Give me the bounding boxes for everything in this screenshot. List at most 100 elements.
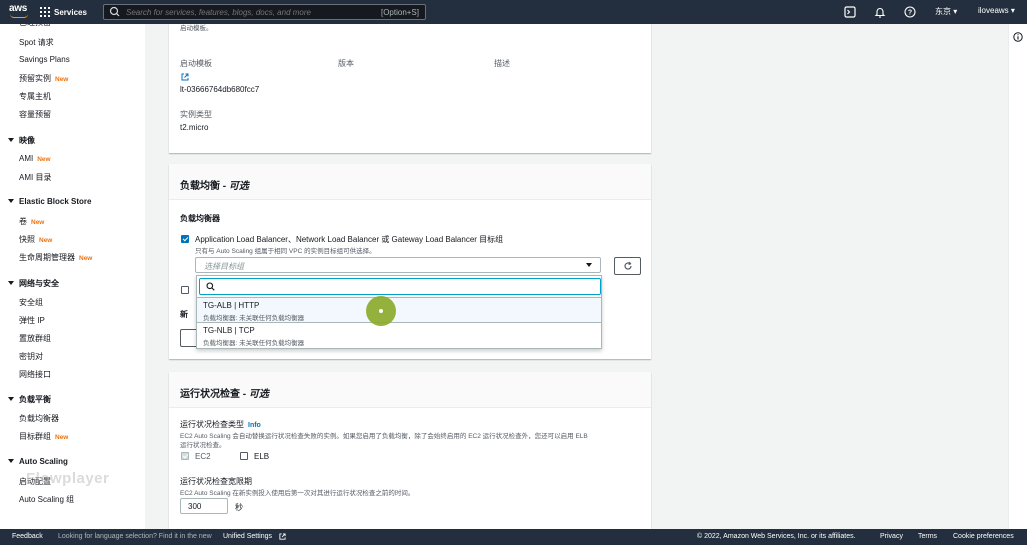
caret-down-icon: [586, 263, 592, 267]
sidebar-section-images[interactable]: 映像: [8, 135, 35, 146]
search-shortcut: [Option+S]: [380, 7, 419, 17]
alb-nlb-checkbox[interactable]: [181, 235, 189, 243]
sidebar-item-label: Auto Scaling 组: [19, 495, 75, 504]
target-group-select[interactable]: 选择目标组: [195, 257, 601, 273]
dropdown-search-input[interactable]: [199, 278, 601, 295]
sidebar-item-security-groups[interactable]: 安全组: [19, 297, 43, 308]
unified-settings-link[interactable]: Unified Settings: [223, 533, 272, 540]
section-title: 映像: [19, 136, 35, 145]
privacy-link[interactable]: Privacy: [880, 533, 903, 540]
health-check-panel: 运行状况检查 - 可选 运行状况检查类型 Info EC2 Auto Scalin…: [169, 372, 651, 529]
sidebar-item-ami-catalog[interactable]: AMI 目录: [19, 172, 51, 183]
sidebar-item-label: 网络接口: [19, 370, 51, 379]
grace-period-desc: EC2 Auto Scaling 在新实例投入使用后第一次对其进行运行状况检查之…: [180, 490, 415, 497]
sidebar-item-lifecycle-manager[interactable]: 生命周期管理器 New: [19, 252, 92, 263]
launch-template-panel: 启动模板。 启动模板 版本 描述 lt-03666764db680fcc7 实例…: [169, 24, 651, 153]
dropdown-option-tg-nlb[interactable]: TG-NLB | TCP 负载均衡器: 未关联任何负载均衡器: [197, 323, 601, 349]
external-link-icon[interactable]: [181, 73, 189, 81]
new-badge: New: [79, 255, 93, 262]
second-checkbox[interactable]: [181, 286, 189, 294]
panel-top-text: 启动模板。: [180, 25, 213, 32]
sidebar-item-ami[interactable]: AMI New: [19, 154, 51, 163]
caret-down-icon: [8, 199, 14, 203]
col-launch-template: 启动模板: [180, 59, 212, 68]
caret-down-icon: [8, 281, 14, 285]
sidebar-item-dedicated-hosts[interactable]: 专属主机: [19, 91, 51, 102]
sidebar-item-savings-plans[interactable]: Savings Plans: [19, 55, 70, 64]
sidebar-item-spot-requests[interactable]: Spot 请求: [19, 37, 54, 48]
sidebar-item-label: 生命周期管理器: [19, 253, 75, 262]
target-group-dropdown: TG-ALB | HTTP 负载均衡器: 未关联任何负载均衡器 TG-NLB |…: [196, 275, 602, 349]
launch-template-id[interactable]: lt-03666764db680fcc7: [180, 85, 259, 94]
sidebar-item-volumes[interactable]: 卷 New: [19, 216, 44, 227]
refresh-button[interactable]: [614, 257, 641, 275]
sidebar-item-label: 目标群组: [19, 432, 51, 441]
title-optional: 可选: [248, 389, 269, 400]
new-badge: New: [55, 434, 69, 441]
select-placeholder: 选择目标组: [204, 262, 244, 271]
health-check-type-desc-2: 运行状况检查。: [180, 442, 226, 449]
aws-logo[interactable]: aws: [9, 3, 33, 21]
bell-icon[interactable]: [874, 6, 886, 18]
sidebar-item-auto-scaling-groups[interactable]: Auto Scaling 组: [19, 494, 74, 505]
sidebar-item-label: 专属主机: [19, 92, 51, 101]
mouse-cursor-highlight: [366, 296, 396, 326]
account-menu[interactable]: iloveaws ▾: [978, 6, 1015, 15]
external-link-icon: [279, 533, 286, 540]
dropdown-option-tg-alb[interactable]: TG-ALB | HTTP 负载均衡器: 未关联任何负载均衡器: [197, 297, 601, 323]
region-selector[interactable]: 东京 ▾: [935, 6, 957, 17]
sidebar-item-load-balancers[interactable]: 负载均衡器: [19, 413, 59, 424]
instance-type-label: 实例类型: [180, 110, 212, 119]
cookie-preferences-link[interactable]: Cookie preferences: [953, 533, 1014, 540]
sidebar-section-ebs[interactable]: Elastic Block Store: [8, 197, 91, 206]
title-text: 负载均衡 -: [180, 181, 229, 192]
col-version: 版本: [338, 59, 354, 68]
info-icon[interactable]: [1013, 32, 1023, 42]
sidebar-item-label: 容量预留: [19, 110, 51, 119]
grace-period-input[interactable]: 300: [180, 498, 228, 514]
label-text: 运行状况检查类型: [180, 420, 244, 429]
option-title: TG-ALB | HTTP: [203, 301, 260, 310]
new-badge: New: [31, 219, 45, 226]
top-navigation-bar: aws Services [Option+S] ? 东京 ▾ iloveaws …: [0, 0, 1027, 24]
help-icon[interactable]: ?: [904, 6, 916, 18]
feedback-link[interactable]: Feedback: [12, 533, 43, 540]
col-description: 描述: [494, 59, 510, 68]
sidebar-item-truncated[interactable]: 已经预留: [19, 24, 51, 28]
new-lb-partial-label: 新: [180, 310, 188, 319]
grace-period-unit: 秒: [235, 503, 243, 512]
sidebar-item-key-pairs[interactable]: 密钥对: [19, 351, 43, 362]
sidebar-item-reserved-instances[interactable]: 预留实例 New: [19, 73, 68, 84]
terms-link[interactable]: Terms: [918, 533, 937, 540]
new-badge: New: [39, 237, 53, 244]
search-input[interactable]: [122, 7, 381, 17]
global-search[interactable]: [Option+S]: [103, 4, 426, 20]
caret-down-icon: [8, 397, 14, 401]
sidebar-item-placement-groups[interactable]: 置放群组: [19, 333, 51, 344]
sidebar-item-capacity-reservations[interactable]: 容量预留: [19, 109, 51, 120]
sidebar-item-target-groups[interactable]: 目标群组 New: [19, 431, 68, 442]
sidebar-section-load-balancing[interactable]: 负载平衡: [8, 394, 51, 405]
health-check-type-desc-1: EC2 Auto Scaling 会自动替换运行状况检查失败的实例。如果您启用了…: [180, 433, 588, 440]
health-check-title: 运行状况检查 - 可选: [180, 385, 269, 400]
sidebar-item-elastic-ips[interactable]: 弹性 IP: [19, 315, 45, 326]
search-icon: [109, 6, 120, 17]
sidebar-item-snapshots[interactable]: 快照 New: [19, 234, 52, 245]
search-icon: [206, 282, 215, 291]
elb-checkbox[interactable]: [240, 452, 248, 460]
info-link[interactable]: Info: [248, 422, 261, 429]
aws-smile-icon: [10, 14, 28, 18]
sidebar-item-label: Savings Plans: [19, 55, 70, 64]
services-menu-button[interactable]: Services: [40, 4, 87, 20]
cloudshell-icon[interactable]: [844, 6, 856, 18]
svg-text:?: ?: [908, 10, 912, 17]
caret-down-icon: [8, 138, 14, 142]
sidebar-item-label: 弹性 IP: [19, 316, 45, 325]
instance-type-value: t2.micro: [180, 123, 209, 132]
grid-icon: [40, 7, 50, 17]
sidebar-section-auto-scaling[interactable]: Auto Scaling: [8, 457, 68, 466]
section-title: Elastic Block Store: [19, 197, 92, 206]
sidebar-section-network-security[interactable]: 网络与安全: [8, 278, 59, 289]
language-notice: Looking for language selection? Find it …: [58, 533, 212, 540]
sidebar-item-network-interfaces[interactable]: 网络接口: [19, 369, 51, 380]
